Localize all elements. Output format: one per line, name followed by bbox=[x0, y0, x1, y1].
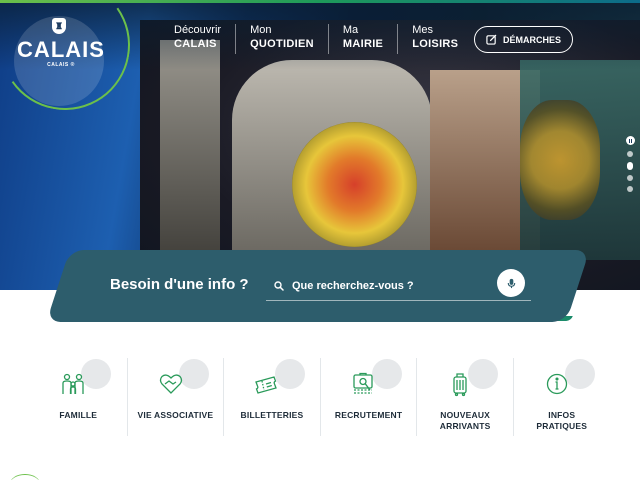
quicklink-label: RECRUTEMENT bbox=[334, 410, 403, 420]
logo-wordmark: CALAIS bbox=[17, 37, 105, 62]
search-field bbox=[266, 271, 531, 301]
slider-controls bbox=[626, 136, 635, 197]
briefcase-search-icon bbox=[353, 372, 373, 394]
nav-item-small-label: Ma bbox=[342, 24, 359, 36]
nav-item-mes-loisirs[interactable]: Mes LOISIRS bbox=[397, 24, 472, 54]
quicklink-recrutement[interactable]: RECRUTEMENT bbox=[319, 358, 417, 436]
microphone-icon bbox=[507, 278, 515, 288]
nav-item-big-label: LOISIRS bbox=[412, 38, 459, 50]
main-nav: Découvrir CALAIS Mon QUOTIDIEN Ma MAIRIE… bbox=[160, 24, 472, 54]
search-icon bbox=[274, 280, 284, 291]
demarches-button[interactable]: DÉMARCHES bbox=[474, 26, 573, 53]
quicklink-label: VIE ASSOCIATIVE bbox=[137, 410, 214, 420]
logo-tagline: CALAIS ® bbox=[47, 62, 75, 68]
handshake-heart-icon bbox=[159, 374, 182, 394]
quicklink-label-line: INFOS bbox=[548, 410, 576, 420]
pause-icon[interactable] bbox=[626, 136, 635, 145]
quicklink-label: INFOS PRATIQUES bbox=[514, 410, 610, 432]
voice-search-button[interactable] bbox=[497, 269, 525, 297]
footer-accent-curve bbox=[10, 474, 40, 480]
quicklink-vie-associative[interactable]: VIE ASSOCIATIVE bbox=[126, 358, 224, 436]
search-input[interactable] bbox=[292, 279, 482, 292]
slider-dot-active[interactable] bbox=[627, 162, 633, 170]
quicklink-label: FAMILLE bbox=[59, 410, 98, 420]
quicklink-label: NOUVEAUX ARRIVANTS bbox=[417, 410, 513, 432]
nav-item-small-label: Mon bbox=[250, 24, 272, 36]
suitcase-icon bbox=[453, 373, 468, 397]
info-icon bbox=[546, 373, 568, 395]
nav-item-big-label: CALAIS bbox=[174, 38, 217, 50]
slider-dot[interactable] bbox=[627, 151, 633, 157]
ticket-icon bbox=[255, 376, 278, 394]
edit-icon bbox=[486, 34, 497, 45]
demarches-label: DÉMARCHES bbox=[502, 34, 561, 45]
hero-photo-tower bbox=[160, 40, 220, 250]
quicklink-label-line: PRATIQUES bbox=[536, 421, 588, 431]
search-title: Besoin d'une info ? bbox=[110, 276, 249, 293]
quicklink-famille[interactable]: FAMILLE bbox=[30, 358, 127, 436]
quicklink-billetteries[interactable]: BILLETTERIES bbox=[223, 358, 320, 436]
family-icon bbox=[62, 373, 84, 394]
quicklink-infos-pratiques[interactable]: INFOS PRATIQUES bbox=[512, 358, 610, 436]
nav-item-big-label: QUOTIDIEN bbox=[250, 38, 314, 50]
hero-photo-side-clock bbox=[520, 100, 600, 220]
quick-links: FAMILLE VIE ASSOCIATIVE BILLETTERIES REC… bbox=[30, 358, 610, 438]
quicklink-nouveaux-arrivants[interactable]: NOUVEAUX ARRIVANTS bbox=[416, 358, 513, 436]
quicklink-label-line: NOUVEAUX bbox=[440, 410, 491, 420]
quicklink-label-line: ARRIVANTS bbox=[439, 421, 491, 431]
nav-item-decouvrir-calais[interactable]: Découvrir CALAIS bbox=[160, 24, 235, 54]
hero-photo-clock bbox=[292, 122, 417, 247]
nav-item-small-label: Mes bbox=[412, 24, 433, 36]
nav-item-small-label: Découvrir bbox=[174, 24, 222, 36]
nav-item-ma-mairie[interactable]: Ma MAIRIE bbox=[327, 24, 397, 54]
slider-dot[interactable] bbox=[627, 186, 633, 192]
quicklink-label: BILLETTERIES bbox=[240, 410, 304, 420]
nav-item-mon-quotidien[interactable]: Mon QUOTIDIEN bbox=[235, 24, 328, 54]
nav-item-big-label: MAIRIE bbox=[342, 38, 384, 50]
crest-icon: ♜ bbox=[52, 18, 66, 34]
slider-dot[interactable] bbox=[627, 175, 633, 181]
